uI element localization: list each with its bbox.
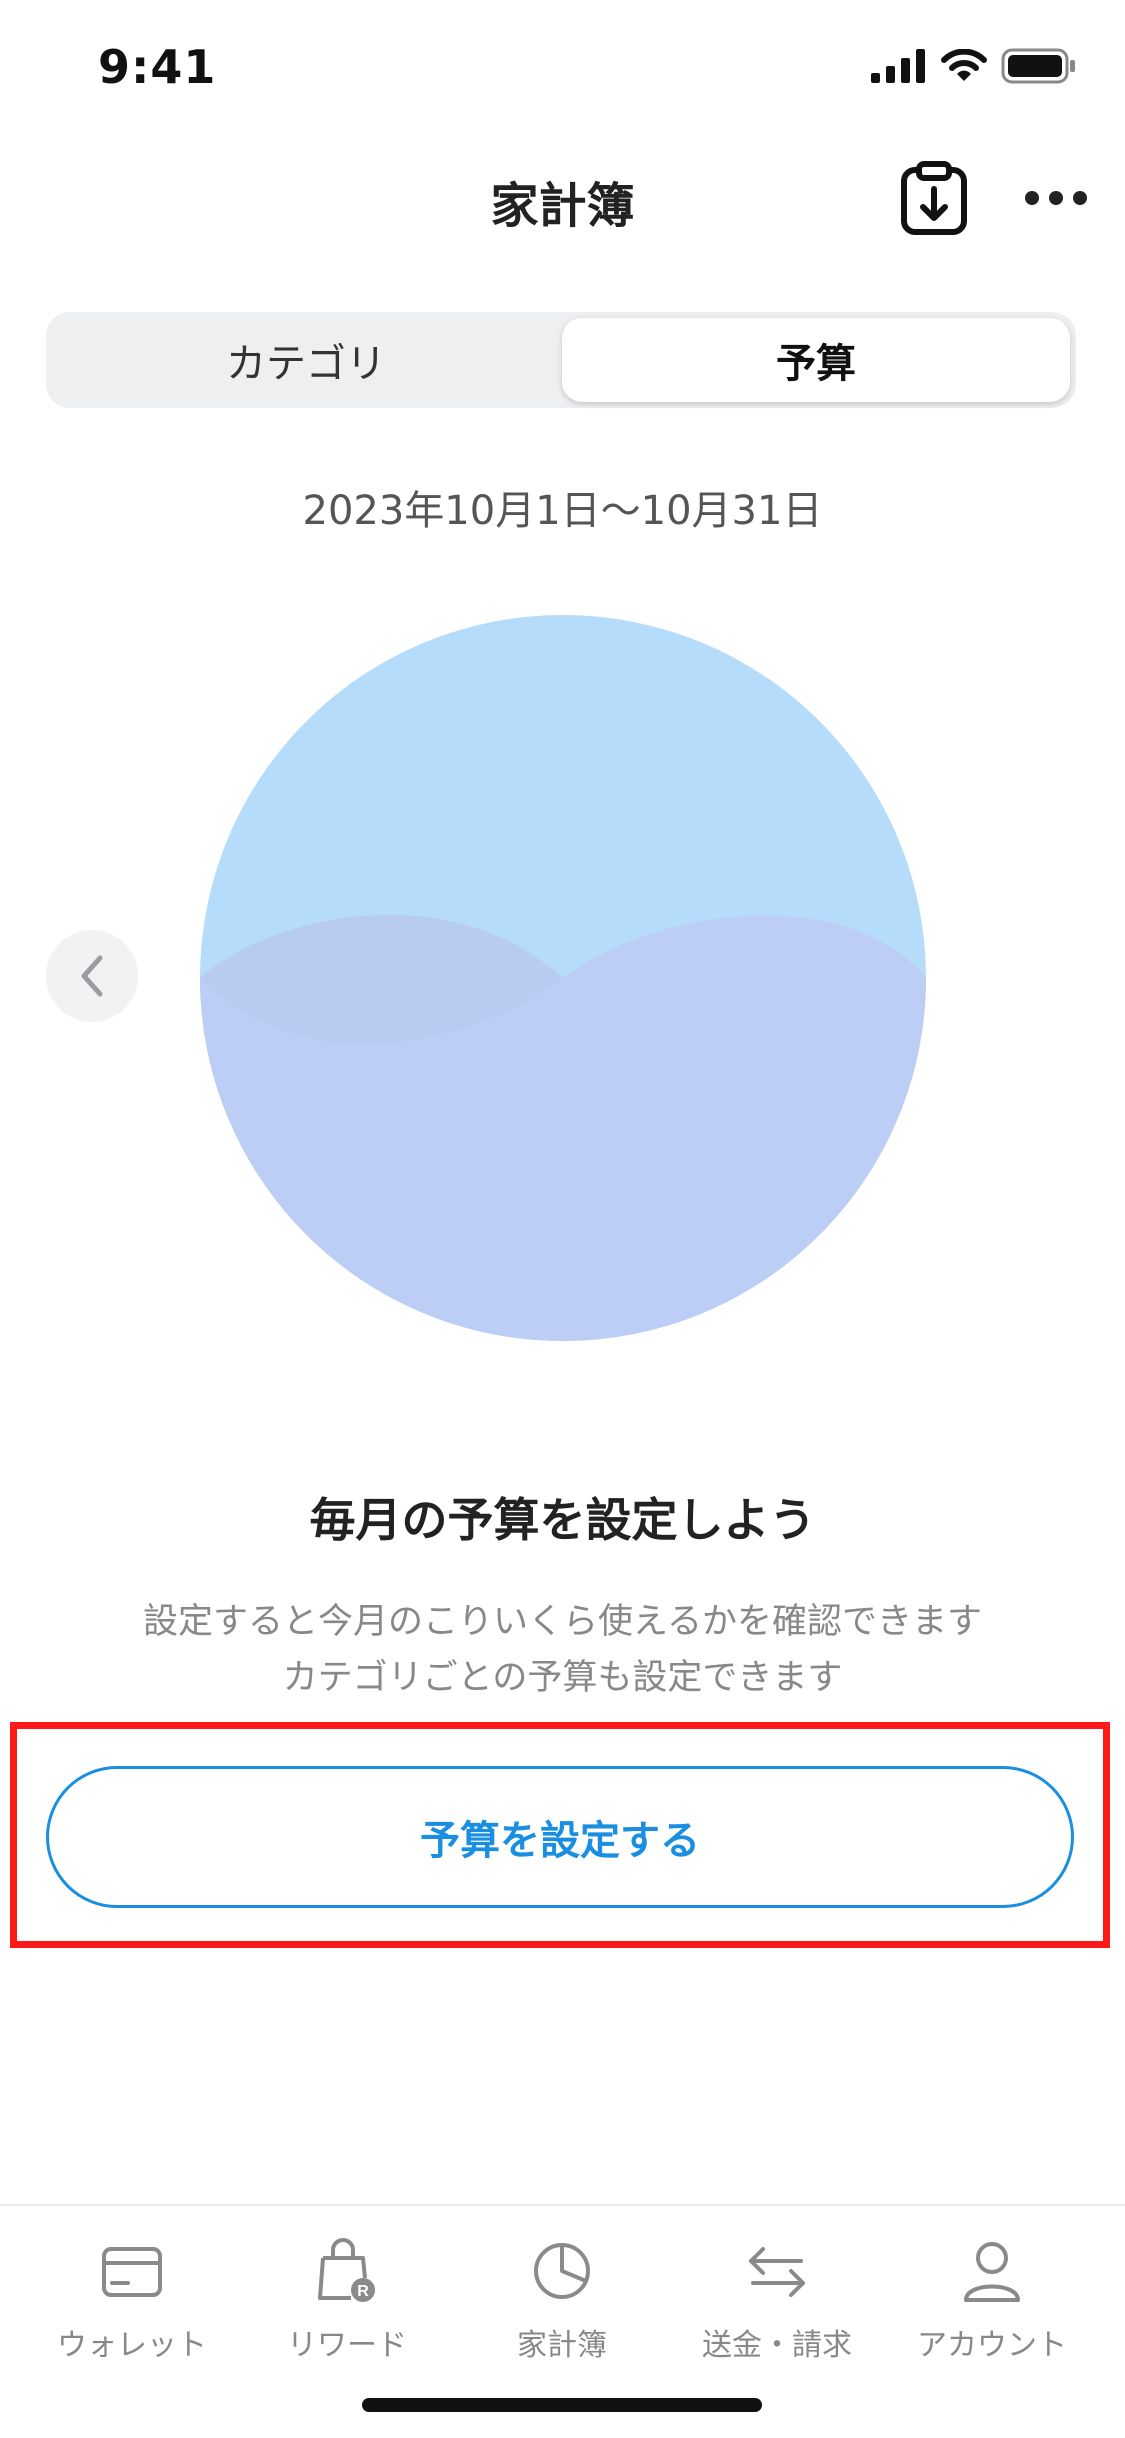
wifi-icon xyxy=(941,49,987,81)
previous-period-button[interactable] xyxy=(46,930,138,1022)
reward-bag-icon: R xyxy=(318,2238,375,2302)
clipboard-download-icon xyxy=(901,161,967,235)
period-label: 2023年10月1日〜10月31日 xyxy=(302,488,823,534)
signal-icon xyxy=(871,49,925,83)
more-dot-icon xyxy=(1049,191,1063,205)
more-dot-icon xyxy=(1025,191,1039,205)
segment-category[interactable]: カテゴリ xyxy=(52,318,560,402)
svg-text:R: R xyxy=(357,2283,369,2300)
tab-wallet-label: ウォレット xyxy=(57,2328,207,2363)
tab-transfer-label: 送金・請求 xyxy=(702,2328,852,2363)
tab-household-budget-label: 家計簿 xyxy=(517,2328,607,2363)
more-dot-icon xyxy=(1073,191,1087,205)
transfer-arrows-icon xyxy=(749,2247,805,2297)
tab-account[interactable]: アカウント xyxy=(892,2228,1092,2364)
more-menu-button[interactable] xyxy=(1016,170,1096,226)
tab-rewards-label: リワード xyxy=(287,2328,407,2363)
segment-budget[interactable]: 予算 xyxy=(562,318,1070,402)
empty-state-description: 設定すると今月のこりいくら使えるかを確認できます カテゴリごとの予算も設定できま… xyxy=(0,1594,1125,1706)
tab-rewards[interactable]: R リワード xyxy=(247,2228,447,2364)
chevron-left-icon xyxy=(81,955,103,997)
pie-chart-icon xyxy=(534,2243,590,2299)
empty-state-heading: 毎月の予算を設定しよう xyxy=(309,1493,816,1547)
wallet-icon xyxy=(102,2247,162,2297)
budget-wave-illustration xyxy=(200,615,926,1341)
status-time: 9:41 xyxy=(98,40,217,94)
home-indicator xyxy=(362,2398,762,2412)
person-icon xyxy=(964,2242,1020,2302)
description-line-1: 設定すると今月のこりいくら使えるかを確認できます xyxy=(143,1602,982,1642)
export-button[interactable] xyxy=(896,160,972,236)
segmented-control: カテゴリ 予算 xyxy=(46,312,1076,408)
tab-transfer[interactable]: 送金・請求 xyxy=(677,2228,877,2364)
tab-wallet[interactable]: ウォレット xyxy=(32,2228,232,2364)
description-line-2: カテゴリごとの予算も設定できます xyxy=(282,1658,843,1698)
battery-icon xyxy=(1001,48,1075,84)
tab-account-label: アカウント xyxy=(917,2328,1067,2363)
tab-household-budget[interactable]: 家計簿 xyxy=(462,2228,662,2364)
status-icons xyxy=(871,48,1077,84)
set-budget-button[interactable]: 予算を設定する xyxy=(46,1766,1074,1908)
